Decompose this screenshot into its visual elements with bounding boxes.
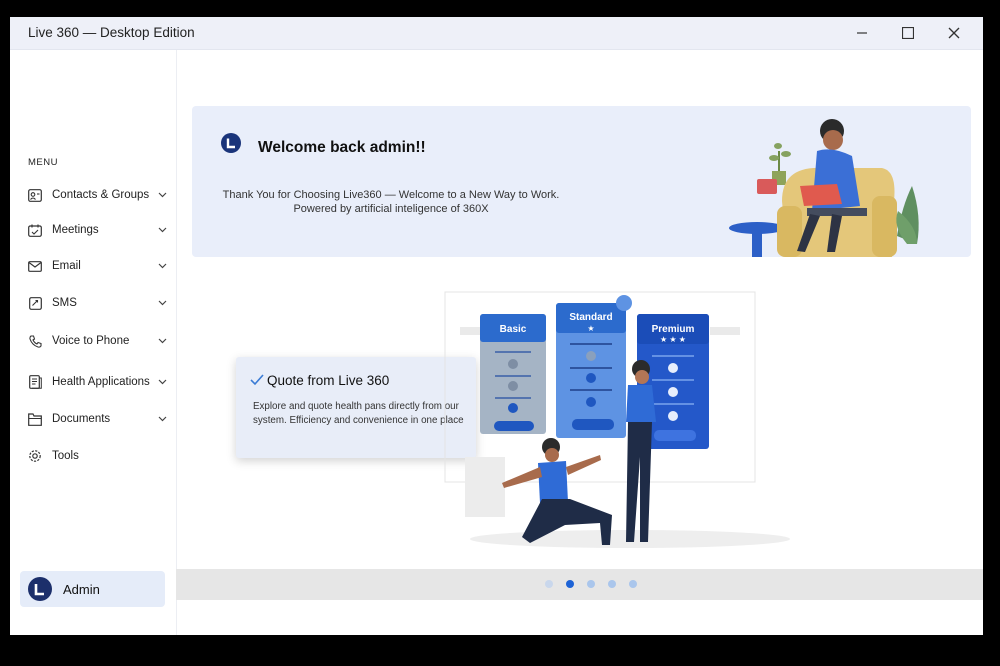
check-icon <box>668 387 678 397</box>
carousel-dot[interactable] <box>545 580 553 588</box>
chevron-down-icon <box>156 376 168 388</box>
plan-name: Standard <box>569 312 612 323</box>
minimize-icon <box>857 32 867 34</box>
check-icon <box>508 403 518 413</box>
minimize-button[interactable] <box>839 17 885 49</box>
welcome-subline: Powered by artificial inteligence of 360… <box>293 203 489 215</box>
check-icon <box>586 397 596 407</box>
sidebar-item-label: Voice to Phone <box>52 335 130 347</box>
kneeling-person-figure <box>502 438 612 545</box>
cross-icon <box>586 351 596 361</box>
carousel-dot-active[interactable] <box>566 580 574 588</box>
sidebar: MENU Contacts & Groups Meetings Email SM… <box>10 50 177 635</box>
check-icon <box>250 374 264 386</box>
title-bar: Live 360 — Desktop Edition <box>10 17 983 50</box>
check-icon <box>668 363 678 373</box>
maximize-icon <box>902 27 914 39</box>
sidebar-item-contacts-groups[interactable]: Contacts & Groups <box>20 181 168 209</box>
menu-label: MENU <box>28 157 58 168</box>
plan-card-basic: Basic <box>480 314 546 434</box>
check-icon <box>668 411 678 421</box>
app-window: Live 360 — Desktop Edition MENU Contacts… <box>10 17 983 635</box>
pricing-plans-illustration: Basic Standard ★ Premium ★ ★ ★ <box>444 291 790 548</box>
sidebar-item-voice-to-phone[interactable]: Voice to Phone <box>20 327 168 355</box>
close-icon <box>948 27 960 39</box>
chevron-down-icon <box>156 335 168 347</box>
sidebar-item-label: Contacts & Groups <box>52 189 150 201</box>
carousel-dot[interactable] <box>629 580 637 588</box>
chevron-down-icon <box>156 189 168 201</box>
thumbs-up-icon <box>616 295 632 311</box>
user-name: Admin <box>63 581 100 597</box>
sms-icon <box>27 295 43 311</box>
phone-icon <box>27 333 43 349</box>
cross-icon <box>508 359 518 369</box>
plan-name: Premium <box>652 324 695 335</box>
sidebar-item-label: Documents <box>52 413 111 425</box>
carousel-indicator <box>176 569 983 600</box>
chevron-down-icon <box>156 260 168 272</box>
feature-card-title: Quote from Live 360 <box>267 373 390 388</box>
welcome-banner: Welcome back admin!! Thank You for Choos… <box>192 106 971 257</box>
carousel-dot[interactable] <box>608 580 616 588</box>
plan-card-standard: Standard ★ <box>556 295 632 438</box>
sidebar-item-email[interactable]: Email <box>20 252 168 280</box>
person-with-laptop-illustration <box>729 119 919 257</box>
documents-icon <box>27 411 43 427</box>
sidebar-item-tools[interactable]: Tools <box>20 442 168 470</box>
contacts-icon <box>27 187 43 203</box>
star-icon: ★ ★ ★ <box>660 335 686 344</box>
sidebar-item-meetings[interactable]: Meetings <box>20 216 168 244</box>
avatar <box>28 577 52 601</box>
plan-name: Basic <box>500 324 527 335</box>
carousel-dot[interactable] <box>587 580 595 588</box>
brand-logo-icon <box>34 584 44 596</box>
sidebar-item-label: Email <box>52 260 81 272</box>
star-icon: ★ <box>587 324 594 333</box>
gear-icon <box>27 448 43 464</box>
sidebar-item-label: Health Applications <box>52 376 150 388</box>
sidebar-item-health-applications[interactable]: Health Applications <box>20 368 168 396</box>
window-title: Live 360 — Desktop Edition <box>28 25 195 40</box>
close-button[interactable] <box>931 17 977 49</box>
chevron-down-icon <box>156 413 168 425</box>
brand-logo-icon <box>221 133 241 153</box>
sidebar-item-sms[interactable]: SMS <box>20 289 168 317</box>
chevron-down-icon <box>156 224 168 236</box>
sidebar-item-label: Meetings <box>52 224 99 236</box>
user-profile-button[interactable]: Admin <box>20 571 165 607</box>
check-icon <box>586 373 596 383</box>
maximize-button[interactable] <box>885 17 931 49</box>
chevron-down-icon <box>156 297 168 309</box>
sidebar-item-documents[interactable]: Documents <box>20 405 168 433</box>
welcome-heading: Welcome back admin!! <box>258 139 426 156</box>
welcome-message: Thank You for Choosing Live360 — Welcome… <box>222 189 560 201</box>
email-icon <box>27 258 43 274</box>
health-icon <box>27 374 43 390</box>
sidebar-item-label: Tools <box>52 450 79 462</box>
standing-person-figure <box>626 360 656 542</box>
sidebar-item-label: SMS <box>52 297 77 309</box>
meetings-icon <box>27 222 43 238</box>
cross-icon <box>508 381 518 391</box>
